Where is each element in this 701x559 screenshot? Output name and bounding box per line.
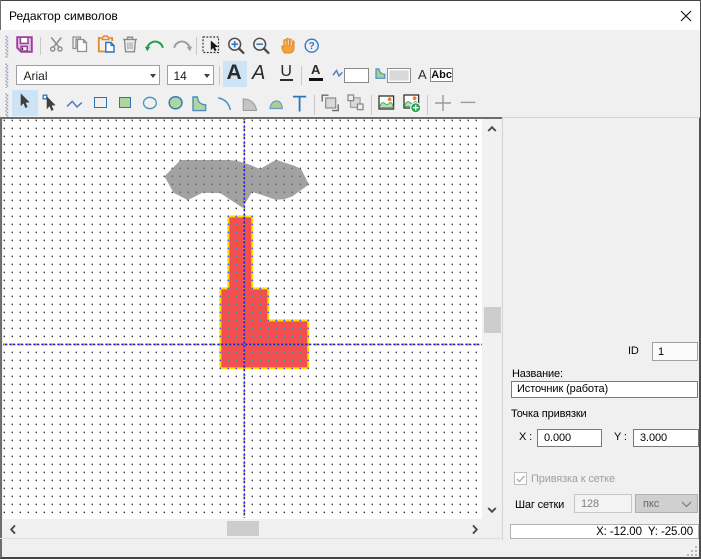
svg-text:?: ? xyxy=(309,41,315,52)
